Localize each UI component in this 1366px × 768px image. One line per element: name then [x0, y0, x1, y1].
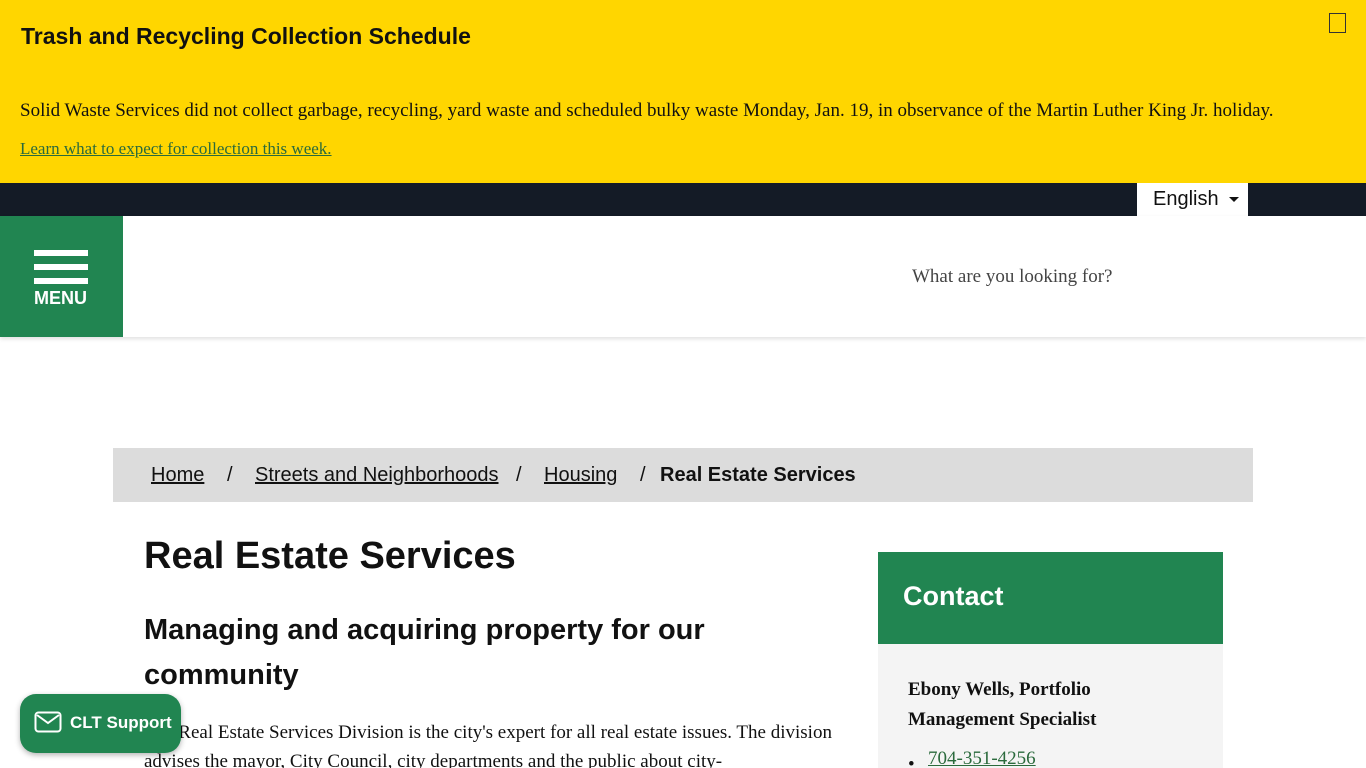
support-label: CLT Support [70, 713, 172, 732]
language-selected-label: English [1153, 188, 1219, 210]
alert-link[interactable]: Learn what to expect for collection this… [20, 139, 332, 159]
breadcrumb-housing[interactable]: Housing [544, 464, 617, 487]
contact-phone-link[interactable]: 704-351-4256 [928, 748, 1036, 768]
page-subheading: Managing and acquiring property for our … [144, 614, 705, 691]
list-bullet: • [908, 754, 915, 768]
language-bar: English [0, 183, 1366, 216]
breadcrumb-streets-and-neighborhoods[interactable]: Streets and Neighborhoods [255, 464, 499, 487]
clt-support-button[interactable]: CLT Support [20, 694, 181, 753]
menu-label: MENU [34, 288, 87, 308]
contact-card-header: Contact [878, 552, 1223, 644]
close-icon[interactable] [1329, 13, 1346, 33]
menu-button[interactable]: MENU [0, 216, 123, 337]
contact-name: Ebony Wells, Portfolio Management Specia… [908, 679, 1097, 730]
breadcrumb-separator: / [227, 464, 233, 486]
breadcrumb-home[interactable]: Home [151, 464, 204, 487]
language-select[interactable]: English [1137, 183, 1248, 216]
caret-down-icon [1228, 197, 1239, 202]
breadcrumb-separator: / [640, 464, 646, 486]
alert-banner: Trash and Recycling Collection Schedule … [0, 0, 1366, 183]
intro-paragraph: The Real Estate Services Division is the… [144, 722, 832, 768]
page-title: Real Estate Services [144, 535, 516, 577]
mail-icon [34, 711, 62, 733]
search-input[interactable] [912, 260, 1212, 294]
contact-title: Contact [903, 581, 1004, 611]
site-header: MENU [0, 216, 1366, 337]
alert-message: Solid Waste Services did not collect gar… [20, 100, 1274, 121]
breadcrumb-current: Real Estate Services [660, 464, 856, 486]
breadcrumb: Home / Streets and Neighborhoods / Housi… [113, 448, 1253, 502]
alert-title: Trash and Recycling Collection Schedule [21, 23, 471, 49]
contact-card-body: Ebony Wells, Portfolio Management Specia… [878, 644, 1223, 768]
hamburger-icon [34, 250, 88, 292]
breadcrumb-separator: / [516, 464, 522, 486]
